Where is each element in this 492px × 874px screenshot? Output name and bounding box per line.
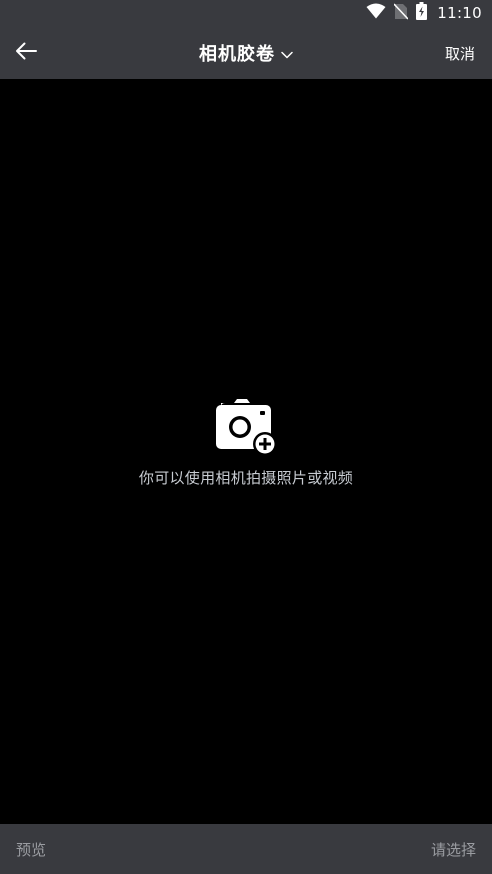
status-time: 11:10 [437,4,482,22]
empty-state[interactable]: 你可以使用相机拍摄照片或视频 [0,397,492,488]
status-bar: 11:10 [0,0,492,27]
no-sim-icon [393,2,409,24]
select-button[interactable]: 请选择 [431,824,476,874]
album-selector[interactable]: 相机胶卷 [199,40,293,66]
status-icons: 11:10 [366,2,482,24]
back-button[interactable] [8,35,44,71]
arrow-left-icon [15,42,37,64]
top-bar: 相机胶卷 取消 [0,27,492,79]
cancel-button[interactable]: 取消 [445,27,475,79]
camera-add-icon [214,397,278,461]
wifi-icon [366,3,386,23]
bottom-toolbar: 预览 请选择 [0,824,492,874]
photo-grid-area: 你可以使用相机拍摄照片或视频 [0,79,492,824]
preview-button[interactable]: 预览 [16,824,46,874]
page-title: 相机胶卷 [199,44,275,65]
battery-charging-icon [416,2,428,24]
chevron-down-icon [281,44,293,63]
empty-state-message: 你可以使用相机拍摄照片或视频 [138,469,354,487]
